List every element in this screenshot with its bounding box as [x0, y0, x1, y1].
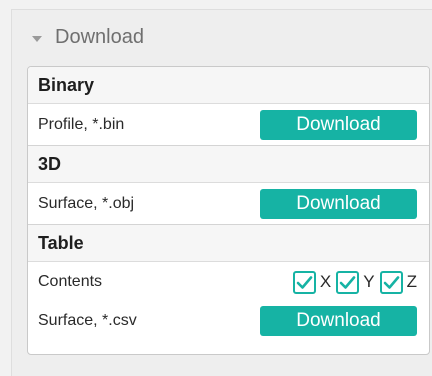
- download-row: Profile, *.bin Download: [28, 104, 429, 145]
- checkbox-label: Y: [363, 272, 375, 291]
- file-type-label: Surface, *.obj: [38, 194, 135, 212]
- contents-row: Contents X Y Z: [28, 262, 429, 302]
- download-row: Surface, *.csv Download: [28, 302, 429, 340]
- column-checkboxes: X Y Z: [292, 270, 417, 294]
- section-table: Table Contents X Y Z Surface, *.csv Down…: [28, 225, 429, 340]
- download-row: Surface, *.obj Download: [28, 183, 429, 224]
- checkbox-z[interactable]: Z: [379, 270, 417, 294]
- download-card: Binary Profile, *.bin Download 3D Surfac…: [27, 66, 430, 355]
- section-title: Table: [28, 225, 429, 262]
- checkbox-label: Z: [406, 272, 417, 291]
- caret-down-icon[interactable]: [32, 35, 42, 42]
- section-title: 3D: [28, 146, 429, 183]
- checkbox-checked-icon[interactable]: [379, 270, 403, 294]
- section-3d: 3D Surface, *.obj Download: [28, 146, 429, 225]
- download-table-button[interactable]: Download: [260, 306, 417, 336]
- panel-header[interactable]: Download: [12, 10, 432, 65]
- download-panel: Download Binary Profile, *.bin Download …: [11, 9, 432, 376]
- section-binary: Binary Profile, *.bin Download: [28, 67, 429, 146]
- checkbox-label: X: [319, 272, 332, 291]
- file-type-label: Surface, *.csv: [38, 312, 137, 329]
- checkbox-y[interactable]: Y: [336, 270, 375, 294]
- panel-title: Download: [55, 26, 144, 48]
- contents-label: Contents: [38, 273, 103, 290]
- download-binary-button[interactable]: Download: [260, 109, 417, 140]
- download-3d-button[interactable]: Download: [260, 188, 417, 219]
- section-title: Binary: [28, 67, 429, 104]
- checkbox-checked-icon[interactable]: [292, 270, 316, 294]
- checkbox-checked-icon[interactable]: [336, 270, 360, 294]
- file-type-label: Profile, *.bin: [38, 115, 125, 133]
- checkbox-x[interactable]: X: [292, 270, 332, 294]
